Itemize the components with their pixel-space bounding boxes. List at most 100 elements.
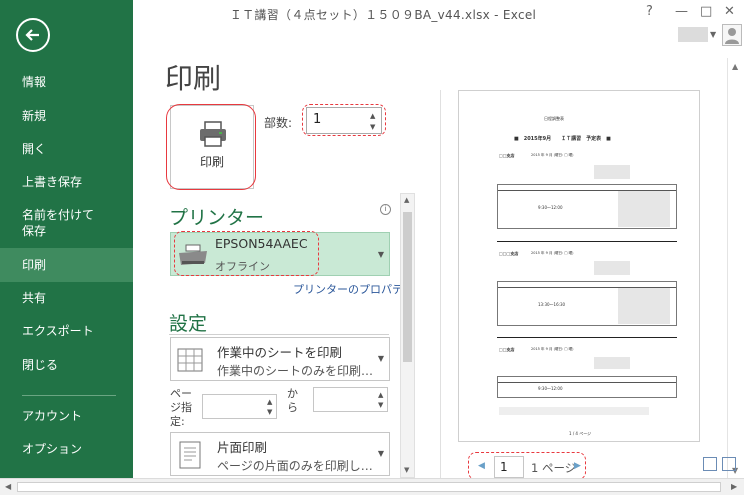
section-divider	[497, 337, 677, 338]
redacted-block	[618, 288, 670, 324]
preview-header: ■ 2015年9月 ＩＴ講習 予定表 ■	[514, 136, 611, 142]
print-button-label: 印刷	[199, 155, 224, 169]
printer-status: オフライン	[215, 260, 270, 273]
nav-info[interactable]: 情報	[0, 74, 133, 92]
preview-divider	[440, 90, 441, 478]
sheet-grid-icon	[177, 348, 203, 372]
print-scope-subtitle: 作業中のシートのみを印刷…	[217, 364, 374, 378]
avatar[interactable]	[722, 24, 742, 46]
page-navigator: ◀ 1 1 ページ ▶	[474, 456, 584, 478]
next-page-icon[interactable]: ▶	[574, 461, 581, 471]
backstage-sidebar: 情報 新規 開く 上書き保存 名前を付けて 保存 印刷 共有 エクスポート 閉じ…	[0, 0, 133, 478]
preview-table: 9:30〜12:00	[497, 376, 677, 398]
print-button[interactable]: 印刷	[170, 105, 254, 189]
print-preview-page: 日程調整表 ■ 2015年9月 ＩＴ講習 予定表 ■ □□支店 2015 年 9…	[458, 90, 700, 442]
sides-title: 片面印刷	[217, 440, 268, 455]
horizontal-scrollbar[interactable]: ◀ ▶	[0, 478, 744, 495]
back-button[interactable]	[16, 18, 50, 52]
nav-share[interactable]: 共有	[0, 290, 133, 308]
printer-heading: プリンター	[169, 207, 265, 229]
settings-panel: プリンター i EPSON54AAEC オフライン ▼ プリンターのプロパティ …	[165, 192, 415, 478]
preview-time: 13:30〜16:30	[538, 302, 566, 307]
spin-up-icon[interactable]: ▲	[378, 391, 383, 399]
nav-close[interactable]: 閉じる	[0, 357, 133, 375]
window-title: ＩＴ講習（４点セット）１５０９BA_v44.xlsx - Excel	[229, 8, 537, 22]
redacted-block	[594, 261, 630, 275]
one-sided-page-icon	[179, 441, 201, 469]
print-scope-dropdown[interactable]: 作業中のシートを印刷 作業中のシートのみを印刷… ▼	[170, 337, 390, 381]
nav-account[interactable]: アカウント	[0, 408, 133, 426]
redacted-block	[618, 191, 670, 227]
chevron-down-icon[interactable]: ▼	[378, 354, 384, 363]
nav-export[interactable]: エクスポート	[0, 323, 133, 341]
scroll-left-icon[interactable]: ◀	[5, 482, 11, 491]
printer-icon	[200, 121, 226, 147]
nav-open[interactable]: 開く	[0, 141, 133, 159]
preview-section-date: 2015 年 9 月 (曜日: □ 曜)	[531, 153, 574, 157]
nav-options[interactable]: オプション	[0, 441, 133, 459]
prev-page-icon[interactable]: ◀	[478, 461, 485, 471]
scroll-down-icon[interactable]: ▼	[404, 466, 409, 474]
help-button[interactable]: ?	[646, 4, 653, 19]
chevron-down-icon[interactable]: ▼	[378, 449, 384, 458]
settings-heading: 設定	[169, 313, 208, 335]
printer-properties-link[interactable]: プリンターのプロパティ	[293, 281, 413, 297]
scroll-thumb[interactable]	[403, 212, 412, 362]
restore-button[interactable]: □	[700, 4, 712, 19]
account-name[interactable]	[678, 27, 708, 42]
divider	[169, 334, 389, 335]
show-margins-icon[interactable]	[703, 457, 717, 471]
settings-scrollbar[interactable]: ▲ ▼	[400, 193, 415, 478]
spin-up-icon[interactable]: ▲	[370, 112, 375, 120]
spin-up-icon[interactable]: ▲	[267, 398, 272, 406]
pages-from-input[interactable]: ▲ ▼	[202, 394, 277, 419]
page-title: 印刷	[165, 62, 222, 95]
chevron-down-icon[interactable]: ▼	[378, 250, 384, 259]
redacted-block	[594, 357, 630, 369]
spin-down-icon[interactable]: ▼	[378, 401, 383, 409]
excel-backstage-print: 情報 新規 開く 上書き保存 名前を付けて 保存 印刷 共有 エクスポート 閉じ…	[0, 0, 744, 495]
preview-doc-title: 日程調整表	[544, 116, 564, 121]
minimize-button[interactable]: —	[675, 4, 688, 19]
scroll-up-icon[interactable]: ▲	[732, 62, 738, 71]
printer-name: EPSON54AAEC	[215, 236, 308, 251]
preview-section-date: 2015 年 9 月 (曜日: □ 曜)	[531, 347, 574, 351]
preview-section-name: □□□支店	[499, 251, 519, 256]
sides-dropdown[interactable]: 片面印刷 ページの片面のみを印刷し… ▼	[170, 432, 390, 476]
window-scrollbar[interactable]: ▲ ▼	[727, 58, 744, 478]
pages-label: ページ指定:	[170, 387, 192, 428]
chevron-down-icon[interactable]: ▼	[710, 30, 716, 39]
close-button[interactable]: ✕	[724, 4, 735, 19]
print-scope-title: 作業中のシートを印刷	[217, 345, 343, 360]
preview-footer: 1 / 4 ページ	[569, 431, 592, 436]
zoom-to-page-icon[interactable]	[722, 457, 736, 471]
info-icon[interactable]: i	[380, 204, 391, 215]
nav-save-as[interactable]: 名前を付けて 保存	[0, 207, 133, 241]
preview-table: 9:30〜12:00	[497, 184, 677, 229]
sides-subtitle: ページの片面のみを印刷し…	[217, 459, 373, 473]
copies-label: 部数:	[264, 116, 293, 130]
nav-save[interactable]: 上書き保存	[0, 174, 133, 192]
preview-section-name: □□支店	[499, 153, 515, 158]
preview-section-date: 2015 年 9 月 (曜日: □ 曜)	[531, 251, 574, 255]
redacted-block	[594, 165, 630, 179]
pages-to-input[interactable]: ▲ ▼	[313, 387, 388, 412]
nav-divider	[22, 395, 116, 396]
scroll-right-icon[interactable]: ▶	[731, 482, 737, 491]
scroll-thumb[interactable]	[17, 482, 721, 492]
nav-new[interactable]: 新規	[0, 108, 133, 126]
preview-section-name: □□支店	[499, 347, 515, 352]
table-line	[498, 382, 676, 383]
preview-time: 9:30〜12:00	[538, 205, 563, 210]
page-number-input[interactable]: 1	[494, 456, 524, 478]
preview-notes	[499, 407, 649, 415]
back-arrow-icon	[25, 29, 39, 41]
user-icon	[725, 28, 739, 44]
printer-dropdown[interactable]: EPSON54AAEC オフライン ▼	[170, 232, 390, 276]
spin-down-icon[interactable]: ▼	[370, 123, 375, 131]
spin-down-icon[interactable]: ▼	[267, 408, 272, 416]
pages-from-label: から	[287, 387, 298, 414]
section-divider	[497, 241, 677, 242]
nav-print[interactable]: 印刷	[0, 248, 133, 282]
scroll-up-icon[interactable]: ▲	[404, 196, 409, 204]
